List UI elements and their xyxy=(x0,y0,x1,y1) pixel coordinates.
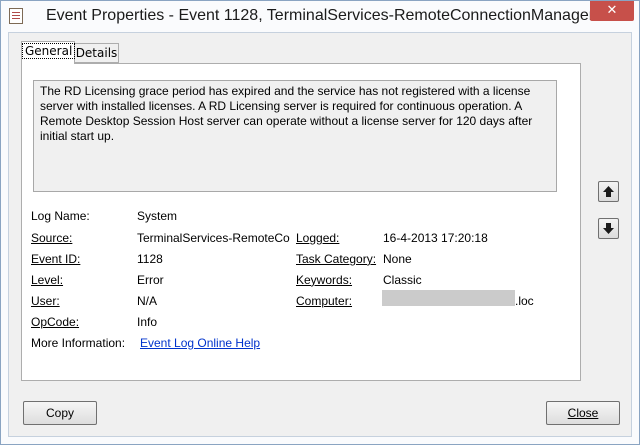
task-category-label: Task Category: xyxy=(296,252,377,266)
computer-value: .loc xyxy=(515,294,534,308)
event-description[interactable]: The RD Licensing grace period has expire… xyxy=(33,80,557,192)
log-name-value: System xyxy=(137,209,178,223)
arrow-up-icon xyxy=(603,186,614,197)
next-event-button[interactable] xyxy=(598,218,619,239)
window-title: Event Properties - Event 1128, TerminalS… xyxy=(45,7,595,24)
log-name-label: Log Name: xyxy=(31,209,90,223)
opcode-label: OpCode: xyxy=(31,315,80,329)
task-category-value: None xyxy=(383,252,412,266)
opcode-value: Info xyxy=(137,315,158,329)
user-label: User: xyxy=(31,294,60,308)
previous-event-button[interactable] xyxy=(598,181,619,202)
keywords-label: Keywords: xyxy=(296,273,353,287)
computer-name-redacted xyxy=(382,290,515,306)
event-log-online-help-link[interactable]: Event Log Online Help xyxy=(140,336,260,350)
title-bar[interactable]: Event Properties - Event 1128, TerminalS… xyxy=(1,1,639,32)
level-value: Error xyxy=(137,273,164,287)
tab-general[interactable]: General xyxy=(21,41,76,64)
source-label: Source: xyxy=(31,231,73,245)
logged-label: Logged: xyxy=(296,231,340,245)
user-value: N/A xyxy=(137,294,158,308)
event-id-label: Event ID: xyxy=(31,252,81,266)
level-label: Level: xyxy=(31,273,64,287)
close-icon[interactable]: ✕ xyxy=(590,1,634,21)
arrow-down-icon xyxy=(603,223,614,234)
close-button[interactable]: Close xyxy=(546,401,620,425)
dialog-body: General Details The RD Licensing grace p… xyxy=(8,32,632,437)
computer-label: Computer: xyxy=(296,294,353,308)
event-id-value: 1128 xyxy=(137,252,163,266)
logged-value: 16-4-2013 17:20:18 xyxy=(383,231,488,245)
tab-general-label: General xyxy=(22,43,76,59)
more-information-label: More Information: xyxy=(31,336,126,350)
event-properties-window: Event Properties - Event 1128, TerminalS… xyxy=(0,0,640,445)
source-value: TerminalServices-RemoteCo xyxy=(137,231,290,245)
keywords-value: Classic xyxy=(383,273,422,287)
copy-button[interactable]: Copy xyxy=(23,401,97,425)
tab-details[interactable]: Details xyxy=(74,43,119,63)
